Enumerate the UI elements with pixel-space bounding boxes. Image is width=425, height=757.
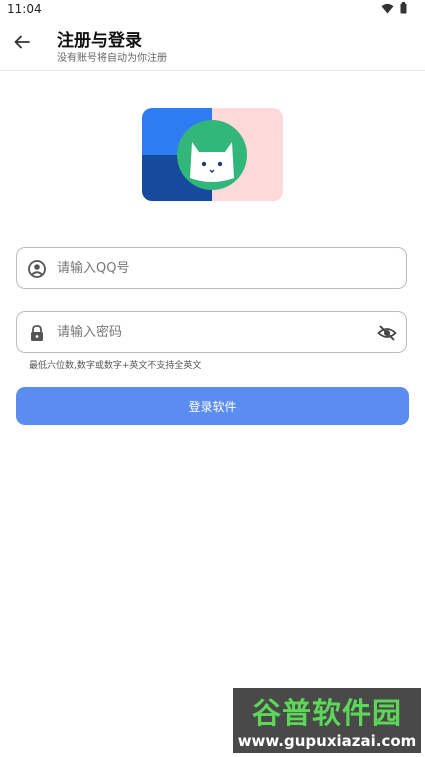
page-subtitle: 没有账号将自动为你注册 — [57, 53, 167, 64]
eye-off-icon[interactable] — [377, 323, 397, 343]
password-field[interactable] — [16, 311, 407, 353]
back-button[interactable] — [10, 32, 34, 56]
qq-input[interactable] — [57, 248, 377, 288]
status-time: 11:04 — [7, 2, 42, 16]
watermark-url: www.gupuxiazai.com — [237, 732, 417, 750]
battery-icon — [400, 2, 407, 17]
account-circle-icon — [27, 259, 47, 279]
watermark-title: 谷普软件园 — [251, 696, 402, 730]
qq-field[interactable] — [16, 247, 407, 289]
page-title: 注册与登录 — [57, 31, 142, 51]
login-button[interactable]: 登录软件 — [16, 387, 409, 425]
arrow-left-icon — [13, 33, 31, 55]
cat-face-logo — [177, 120, 247, 190]
app-logo — [142, 108, 283, 201]
app-bar: 注册与登录 没有账号将自动为你注册 — [0, 20, 425, 71]
wifi-icon — [381, 3, 394, 17]
password-input[interactable] — [57, 312, 377, 352]
watermark: 谷普软件园 www.gupuxiazai.com — [233, 688, 421, 753]
lock-icon — [27, 323, 47, 343]
status-icons — [381, 2, 407, 17]
password-hint: 最低六位数,数字或数字+英文不支持全英文 — [29, 361, 202, 371]
status-bar: 11:04 — [0, 0, 425, 20]
